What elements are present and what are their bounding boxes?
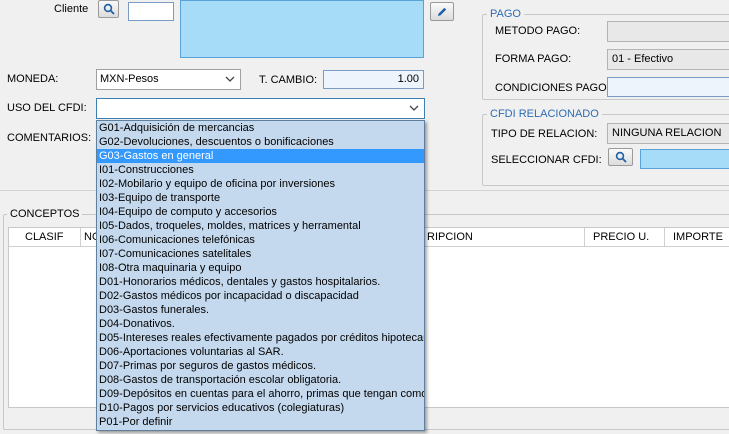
dropdown-option[interactable]: I05-Dados, troqueles, moldes, matrices y… [97,219,424,233]
dropdown-option[interactable]: D09-Depósitos en cuentas para el ahorro,… [97,387,424,401]
client-label: Cliente [54,3,89,15]
dropdown-option[interactable]: D05-Intereses reales efectivamente pagad… [97,331,424,345]
column-header-no[interactable]: NO [81,228,101,247]
cfdi-use-dropdown-list[interactable]: G01-Adquisición de mercancias G02-Devoluc… [96,120,425,431]
client-edit-button[interactable] [430,2,454,21]
cfdi-use-select[interactable] [96,98,425,119]
column-header-precio[interactable]: PRECIO U. [585,228,665,247]
currency-value: MXN-Pesos [100,73,159,85]
dropdown-option[interactable]: G02-Devoluciones, descuentos o bonificac… [97,135,424,149]
comments-label: COMENTARIOS: [7,132,92,144]
column-header-importe[interactable]: IMPORTE [665,228,729,247]
dropdown-option[interactable]: I08-Otra maquinaria y equipo [97,261,424,275]
dropdown-option[interactable]: D06-Aportaciones voluntarias al SAR. [97,345,424,359]
dropdown-option[interactable]: G03-Gastos en general [97,149,424,163]
related-type-value: NINGUNA RELACION [612,127,722,139]
related-cfdi-field[interactable] [640,149,729,169]
chevron-down-icon [225,76,235,82]
dropdown-option[interactable]: I06-Comunicaciones telefónicas [97,233,424,247]
related-group-title: CFDI RELACIONADO [487,108,602,120]
dropdown-option[interactable]: D08-Gastos de transportación escolar obl… [97,373,424,387]
currency-label: MONEDA: [7,73,59,85]
search-icon [615,151,627,163]
payment-conditions-input[interactable] [607,77,729,97]
dropdown-option[interactable]: D03-Gastos funerales. [97,303,424,317]
exchange-value: 1.00 [397,73,419,85]
payment-group-title: PAGO [487,8,524,20]
chevron-down-icon [409,105,419,111]
dropdown-option[interactable]: D04-Donativos. [97,317,424,331]
payment-method-field[interactable] [607,21,729,42]
payment-method-label: METODO PAGO: [495,25,581,37]
cfdi-use-label: USO DEL CFDI: [7,102,87,114]
related-type-label: TIPO DE RELACION: [491,128,598,140]
column-header-clasif[interactable]: CLASIF [9,228,81,247]
search-icon [103,3,115,15]
payment-conditions-label: CONDICIONES PAGO: [495,82,610,94]
payment-form-value: 01 - Efectivo [612,53,674,65]
pencil-icon [438,7,447,16]
dropdown-option[interactable]: D02-Gastos médicos por incapacidad o dis… [97,289,424,303]
related-type-field[interactable]: NINGUNA RELACION [607,123,729,144]
client-name-field[interactable] [180,0,424,58]
client-search-button[interactable] [98,0,119,18]
dropdown-option[interactable]: D01-Honorarios médicos, dentales y gasto… [97,275,424,289]
dropdown-option[interactable]: D07-Primas por seguros de gastos médicos… [97,359,424,373]
dropdown-option[interactable]: P01-Por definir [97,415,424,429]
dropdown-option[interactable]: I02-Mobilario y equipo de oficina por in… [97,177,424,191]
exchange-input[interactable]: 1.00 [323,70,424,89]
exchange-label: T. CAMBIO: [259,74,318,86]
dropdown-option[interactable]: D10-Pagos por servicios educativos (cole… [97,401,424,415]
client-id-input[interactable] [128,2,174,21]
related-select-label: SELECCIONAR CFDI: [491,154,602,166]
currency-select[interactable]: MXN-Pesos [96,69,241,90]
dropdown-option[interactable]: G01-Adquisición de mercancias [97,121,424,135]
related-search-button[interactable] [608,148,633,166]
dropdown-option[interactable]: I04-Equipo de computo y accesorios [97,205,424,219]
dropdown-option[interactable]: I01-Construcciones [97,163,424,177]
concepts-group-title: CONCEPTOS [7,208,83,220]
payment-form-field[interactable]: 01 - Efectivo [607,49,729,70]
dropdown-option[interactable]: I03-Equipo de transporte [97,191,424,205]
payment-form-label: FORMA PAGO: [495,53,572,65]
column-header-descripcion[interactable]: RIPCION [427,228,585,247]
dropdown-option[interactable]: I07-Comunicaciones satelitales [97,247,424,261]
